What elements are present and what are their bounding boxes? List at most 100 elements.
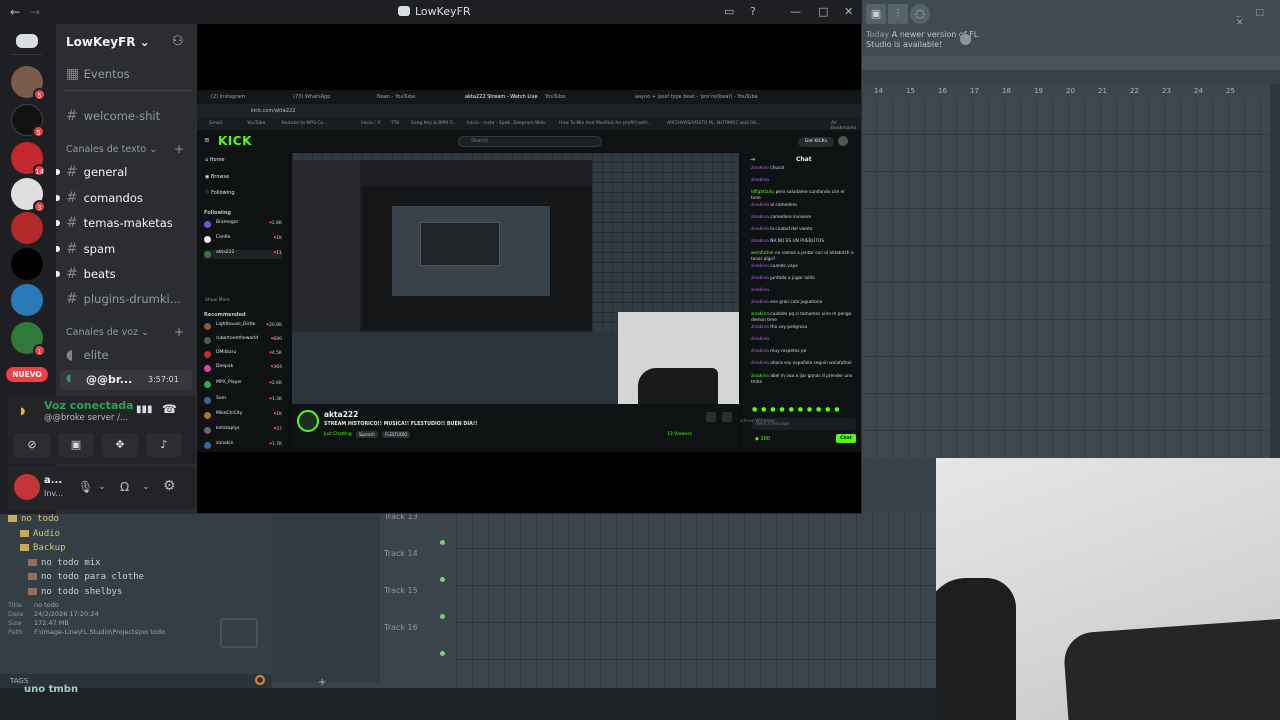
recommended-channel[interactable]: rubertonetheworld690 — [204, 336, 282, 345]
nav-home[interactable]: ⌂ Home — [205, 157, 225, 163]
browser-tab[interactable]: YouTube — [545, 94, 565, 100]
following-channel[interactable]: Cenfle1K — [204, 235, 282, 244]
search-input[interactable]: Search — [458, 136, 602, 147]
recommended-channel[interactable]: Deepak364 — [204, 364, 282, 373]
recommended-channel[interactable]: Lighthouse_Dirtle20.8K — [204, 322, 282, 331]
chat-username[interactable]: zinakina — [751, 337, 769, 342]
chat-username[interactable]: zinakina — [751, 178, 769, 183]
voice-server[interactable]: @@broke server /... — [44, 413, 128, 423]
track-mute-led[interactable] — [440, 577, 445, 582]
folder-item[interactable]: Audio — [8, 527, 270, 542]
playlist-grid[interactable] — [860, 98, 1270, 458]
category-text-channels[interactable]: Canales de texto ⌄ — [66, 144, 157, 155]
gift-icon[interactable] — [722, 412, 732, 422]
recommended-channel[interactable]: zonakin1.7K — [204, 441, 282, 450]
playlist-ruler[interactable]: 14 15 16 17 18 19 20 21 22 23 24 25 — [860, 84, 1270, 98]
stream-category[interactable]: Just Chatting — [324, 432, 352, 437]
track-grid[interactable] — [456, 512, 936, 688]
headphones-icon[interactable]: Ω — [120, 480, 129, 494]
channel-general[interactable]: # general — [66, 164, 127, 180]
screen-share-icon[interactable]: ▣ — [58, 433, 94, 457]
back-arrow-icon[interactable]: ← — [10, 5, 20, 19]
discord-home-icon[interactable] — [16, 34, 38, 48]
server-name-header[interactable]: LowKeyFR ⌄ — [66, 35, 150, 49]
stream-tag[interactable]: Spanish — [356, 431, 378, 438]
chat-username[interactable]: welafuthal — [751, 251, 773, 256]
server-icon[interactable]: 14 — [11, 142, 46, 177]
chat-username[interactable]: zinakina — [751, 203, 769, 208]
server-icon[interactable]: 3 — [11, 178, 46, 213]
show-more-link[interactable]: Show More — [205, 298, 230, 303]
mixer-icon[interactable]: ⫶ — [888, 4, 908, 24]
track-mute-led[interactable] — [440, 614, 445, 619]
events-item[interactable]: ▦ Eventos — [66, 66, 130, 82]
chat-username[interactable]: zinakina — [751, 166, 769, 171]
add-channel-icon[interactable]: + — [174, 142, 184, 156]
chat-username[interactable]: zinakina — [751, 288, 769, 293]
chat-username[interactable]: zinakina — [751, 264, 769, 269]
disconnect-icon[interactable]: ☎ — [162, 402, 177, 416]
soundboard-button-icon[interactable]: ♪ — [146, 433, 182, 457]
chat-username[interactable]: zinakina — [751, 374, 769, 379]
chat-username[interactable]: zinakina — [751, 349, 769, 354]
channel-welcome[interactable]: # welcome-shit — [66, 108, 160, 124]
channel-spam[interactable]: # spam — [66, 241, 115, 257]
menu-icon[interactable]: ≡ — [204, 136, 210, 144]
collapse-chat-icon[interactable]: ⇥ — [750, 156, 755, 163]
track-mute-led[interactable] — [440, 540, 445, 545]
chat-icon[interactable]: ◌ — [910, 4, 930, 24]
browser-tab[interactable]: no(beat) - YouTube — [711, 94, 758, 100]
minimize-icon[interactable]: — — [790, 5, 801, 18]
server-icon[interactable]: 5 — [11, 104, 45, 138]
activities-icon[interactable]: ✥ — [102, 433, 138, 457]
browser-tab[interactable]: (2) Instagram — [211, 94, 245, 100]
following-channel[interactable]: akta22211 — [204, 250, 282, 259]
new-badge[interactable]: NUEVO — [6, 367, 48, 382]
recommended-channel[interactable]: ketskoplys57 — [204, 426, 282, 435]
inbox-icon[interactable]: ▭ — [724, 5, 734, 18]
nav-following[interactable]: ♡ Following — [205, 190, 235, 196]
globe-icon[interactable] — [960, 34, 971, 45]
close-icon[interactable]: ✕ — [844, 5, 853, 18]
add-channel-icon[interactable]: + — [174, 325, 184, 339]
recommended-channel[interactable]: Sam1.3K — [204, 396, 282, 405]
chat-send-button[interactable]: Chat — [836, 434, 856, 443]
camera-off-icon[interactable]: ⊘ — [14, 433, 50, 457]
stream-tag[interactable]: FLESTUDIO — [382, 431, 411, 438]
streamer-name[interactable]: akta222 — [324, 410, 358, 419]
browser-tab[interactable]: Naan - YouTube — [377, 94, 415, 100]
avatar[interactable] — [838, 136, 848, 146]
chat-username[interactable]: ldfightlaitu — [751, 190, 774, 195]
recommended-channel[interactable]: DMitkaru4.5K — [204, 350, 282, 359]
chat-username[interactable]: zinakina — [751, 227, 769, 232]
recommended-channel[interactable]: MikeChiCity1K — [204, 411, 282, 420]
chat-username[interactable]: zinakina — [751, 215, 769, 220]
track-label[interactable]: Track 14 — [384, 549, 418, 558]
chat-username[interactable]: zinakina — [751, 312, 769, 317]
avatar[interactable] — [14, 474, 40, 500]
recommended-channel[interactable]: MPX_Player2.6K — [204, 380, 282, 389]
server-icon[interactable]: 1 — [11, 322, 46, 357]
browser-tab-active[interactable]: akta222 Stream - Watch Live — [465, 94, 538, 100]
server-icon[interactable] — [11, 212, 43, 244]
address-bar[interactable]: kick.com/akta222 — [197, 104, 861, 118]
help-icon[interactable]: ? — [750, 5, 756, 18]
microphone-icon[interactable]: 🎙 — [78, 480, 93, 494]
server-icon[interactable]: 5 — [11, 66, 46, 101]
browser-tab[interactable]: (73) WhatsApp — [293, 94, 330, 100]
channel-comandos[interactable]: # comandos — [66, 190, 143, 206]
folder-root[interactable]: no todo — [8, 512, 270, 527]
get-kicks-button[interactable]: Get KICKs — [798, 137, 834, 147]
folder-item[interactable]: Backup — [8, 541, 270, 556]
add-member-icon[interactable]: ⚇ — [172, 34, 184, 49]
kick-logo[interactable]: KICK — [218, 134, 252, 148]
project-file[interactable]: no todo mix — [8, 556, 270, 571]
server-icon[interactable] — [11, 248, 43, 280]
voice-status[interactable]: Voz conectada — [44, 399, 134, 412]
active-voice-channel[interactable]: ◖ @@br... 3:57:01 — [60, 370, 192, 390]
voice-channel-elite[interactable]: ◖ elite — [66, 347, 109, 363]
follow-icon[interactable] — [706, 412, 716, 422]
browser-tab[interactable]: aayoo + jassf type beat - 'pro' — [635, 94, 711, 100]
chevron-down-icon[interactable]: ⌄ — [142, 482, 150, 492]
add-track-icon[interactable]: + — [318, 677, 326, 688]
